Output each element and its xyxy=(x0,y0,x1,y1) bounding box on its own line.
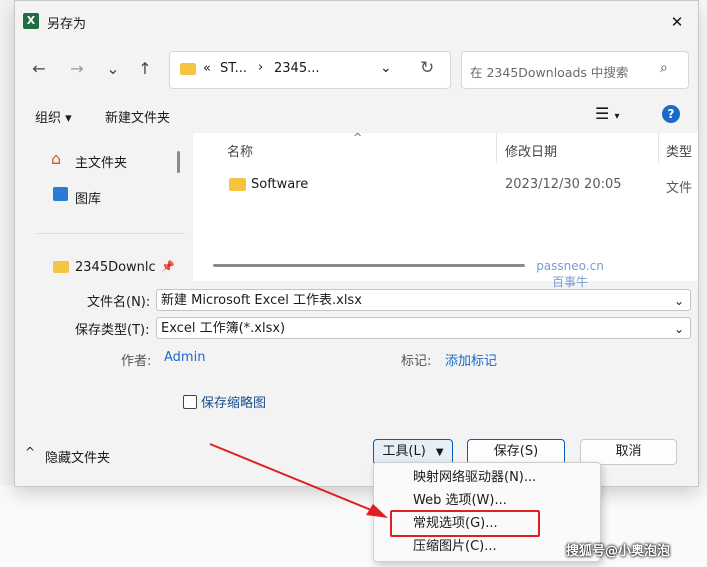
arrow-head-icon xyxy=(366,504,388,518)
corner-watermark: 搜狐号@小奥泡泡 xyxy=(566,544,671,559)
arrow-line xyxy=(209,443,377,513)
annotation-arrow xyxy=(209,443,388,518)
